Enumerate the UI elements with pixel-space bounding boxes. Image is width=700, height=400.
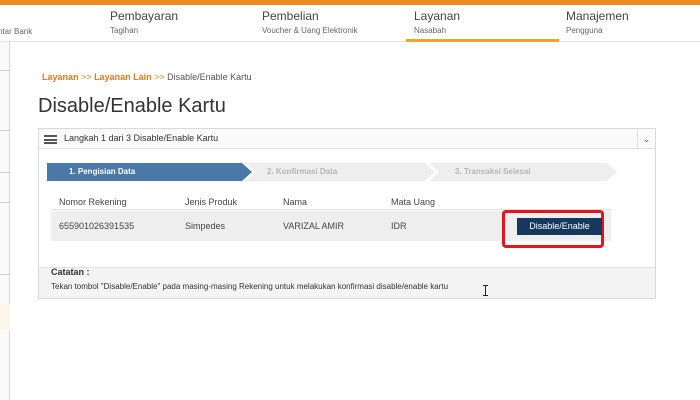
notes-section: Catatan : Tekan tombol "Disable/Enable" … <box>39 267 655 298</box>
nav-item-title: Pembayaran <box>110 9 179 23</box>
main-navbar: ntar Bank Pembayaran Tagihan Pembelian V… <box>0 5 700 42</box>
text-cursor-icon <box>483 285 488 296</box>
step-progress: 1. Pengisian Data 2. Konfirmasi Data 3. … <box>47 163 617 181</box>
breadcrumb-current: Disable/Enable Kartu <box>167 72 252 82</box>
nav-item-title: Manajemen <box>566 9 629 23</box>
column-header-jenis-produk: Jenis Produk <box>185 197 238 207</box>
nav-item-bank[interactable]: ntar Bank <box>0 9 32 36</box>
breadcrumb-link-layanan-lain[interactable]: Layanan Lain <box>94 72 152 82</box>
nav-item-pembayaran[interactable]: Pembayaran Tagihan <box>110 9 178 35</box>
cell-account-number: 655901026391535 <box>59 221 135 231</box>
step-1-active: 1. Pengisian Data <box>47 163 252 181</box>
nav-item-manajemen[interactable]: Manajemen Pengguna <box>566 9 629 35</box>
nav-item-title: Pembelian <box>262 9 319 23</box>
sidebar-divider <box>0 130 10 131</box>
column-header-mata-uang: Mata Uang <box>391 197 436 207</box>
panel-body: 1. Pengisian Data 2. Konfirmasi Data 3. … <box>39 149 655 267</box>
nav-item-sub: Nasabah <box>414 26 447 35</box>
nav-item-sub: ntar Bank <box>0 27 33 36</box>
panel-header-title: Langkah 1 dari 3 Disable/Enable Kartu <box>64 133 219 143</box>
step-3: 3. Transaksi Selesai <box>429 163 617 181</box>
step-2: 2. Konfirmasi Data <box>245 163 435 181</box>
nav-active-underline <box>406 39 559 42</box>
nav-item-sub: Tagihan <box>110 26 139 35</box>
sidebar-divider <box>0 202 10 203</box>
breadcrumb-link-layanan[interactable]: Layanan <box>42 72 79 82</box>
left-sidebar-edge <box>0 42 10 400</box>
breadcrumb: Layanan >> Layanan Lain >> Disable/Enabl… <box>42 72 252 82</box>
breadcrumb-separator: >> <box>81 72 92 82</box>
cell-currency: IDR <box>391 221 407 231</box>
nav-item-layanan[interactable]: Layanan Nasabah <box>414 9 460 35</box>
cell-product: Simpedes <box>185 221 226 231</box>
table-header: Nomor Rekening Jenis Produk Nama Mata Ua… <box>51 190 611 210</box>
sidebar-active-item[interactable] <box>0 304 10 330</box>
breadcrumb-separator: >> <box>154 72 165 82</box>
sidebar-divider <box>0 172 10 173</box>
nav-item-sub: Pengguna <box>566 26 603 35</box>
sidebar-divider <box>0 274 10 275</box>
notes-title: Catatan : <box>51 267 90 277</box>
menu-icon <box>44 135 57 144</box>
notes-text: Tekan tombol "Disable/Enable" pada masin… <box>51 282 449 291</box>
panel-header[interactable]: Langkah 1 dari 3 Disable/Enable Kartu ⌄ <box>39 129 655 149</box>
form-panel: Langkah 1 dari 3 Disable/Enable Kartu ⌄ … <box>38 128 656 299</box>
cell-name: VARIZAL AMIR <box>283 221 345 231</box>
disable-enable-button[interactable]: Disable/Enable <box>517 218 602 235</box>
nav-item-title: Layanan <box>414 9 461 23</box>
page-title: Disable/Enable Kartu <box>38 95 226 117</box>
nav-item-pembelian[interactable]: Pembelian Voucher & Uang Elektronik <box>262 9 358 35</box>
chevron-down-icon[interactable]: ⌄ <box>637 129 655 149</box>
nav-item-sub: Voucher & Uang Elektronik <box>262 26 358 35</box>
column-header-nomor-rekening: Nomor Rekening <box>59 197 127 207</box>
column-header-nama: Nama <box>283 197 308 207</box>
sidebar-divider <box>0 70 10 71</box>
